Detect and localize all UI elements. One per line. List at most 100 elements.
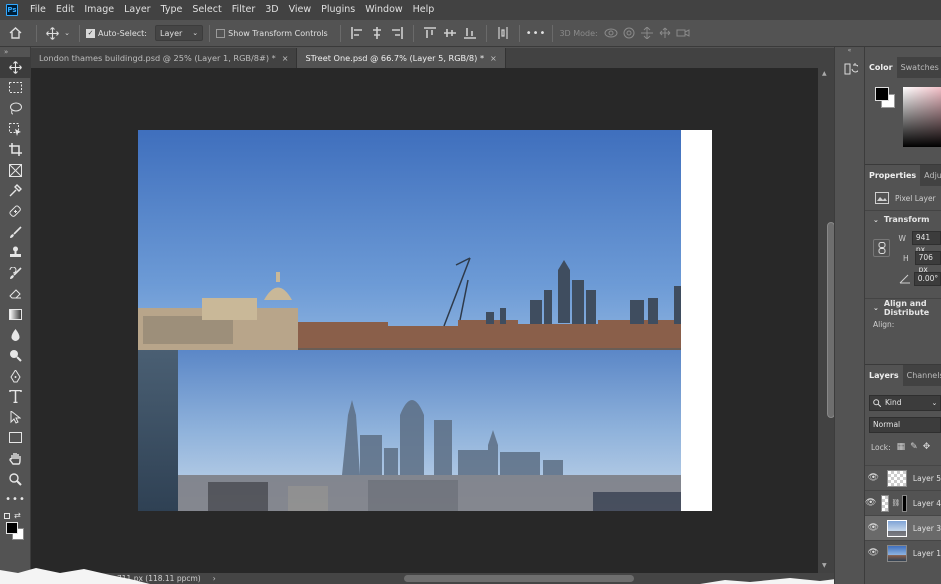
blend-mode-dropdown[interactable]: Normal	[869, 417, 941, 433]
align-left-edges-icon[interactable]	[349, 26, 365, 40]
orbit-3d-icon[interactable]	[603, 26, 619, 40]
layer-mask-thumbnail[interactable]	[902, 494, 907, 512]
color-picker-field[interactable]	[903, 87, 941, 147]
tab-color[interactable]: Color	[865, 57, 897, 78]
layer-row[interactable]: 👁 Layer 5	[865, 465, 941, 490]
scroll-up-icon[interactable]: ▲	[822, 70, 827, 77]
eraser-tool-icon[interactable]	[0, 284, 31, 305]
zoom-tool-icon[interactable]	[0, 469, 31, 490]
link-dimensions-icon[interactable]	[873, 239, 891, 257]
edit-toolbar-icon[interactable]: •••	[0, 489, 31, 510]
pen-tool-icon[interactable]	[0, 366, 31, 387]
layer-row[interactable]: 👁 Layer 1	[865, 540, 941, 565]
lock-transparent-pixels-icon[interactable]: ▦	[897, 442, 906, 452]
type-tool-icon[interactable]	[0, 387, 31, 408]
menu-select[interactable]: Select	[187, 0, 226, 20]
brush-tool-icon[interactable]	[0, 222, 31, 243]
layer-name[interactable]: Layer 5	[913, 474, 941, 483]
gradient-tool-icon[interactable]	[0, 304, 31, 325]
width-field[interactable]: 941 px	[911, 231, 941, 254]
menu-file[interactable]: File	[25, 0, 51, 20]
history-panel-icon[interactable]	[835, 57, 866, 81]
tool-preset-chevron-icon[interactable]: ⌄	[61, 29, 73, 37]
menu-filter[interactable]: Filter	[227, 0, 261, 20]
eye-icon[interactable]: 👁	[865, 498, 876, 508]
lock-image-pixels-icon[interactable]: ✎	[910, 442, 918, 452]
show-transform-checkbox[interactable]	[216, 28, 226, 38]
slide-3d-icon[interactable]	[657, 26, 673, 40]
align-bottom-edges-icon[interactable]	[462, 26, 478, 40]
menu-view[interactable]: View	[284, 0, 317, 20]
foreground-background-colors-icon[interactable]: ⇄	[0, 510, 31, 541]
document-tab-london[interactable]: London thames buildingd.psd @ 25% (Layer…	[31, 48, 298, 68]
frame-tool-icon[interactable]	[0, 160, 31, 181]
history-brush-tool-icon[interactable]	[0, 263, 31, 284]
align-top-edges-icon[interactable]	[422, 26, 438, 40]
lasso-tool-icon[interactable]	[0, 98, 31, 119]
tab-properties[interactable]: Properties	[865, 165, 921, 186]
distribute-icon[interactable]	[495, 26, 511, 40]
object-selection-tool-icon[interactable]	[0, 119, 31, 140]
hand-tool-icon[interactable]	[0, 448, 31, 469]
layer-filter-kind-dropdown[interactable]: Kind ⌄	[869, 395, 941, 411]
align-right-edges-icon[interactable]	[389, 26, 405, 40]
eye-icon[interactable]: 👁	[865, 473, 882, 483]
more-options-button[interactable]: •••	[526, 28, 547, 39]
camera-3d-icon[interactable]	[675, 26, 691, 40]
layer-row-selected[interactable]: 👁 Layer 3	[865, 515, 941, 540]
tab-layers[interactable]: Layers	[865, 365, 903, 386]
angle-field[interactable]: 0.00°	[913, 272, 941, 286]
move-tool-icon[interactable]	[0, 57, 31, 78]
align-vertical-centers-icon[interactable]	[442, 26, 458, 40]
layer-row[interactable]: 👁 ⛓ Layer 4	[865, 490, 941, 515]
foreground-color-swatch[interactable]	[875, 87, 889, 101]
height-field[interactable]: 706 px	[914, 251, 941, 274]
close-icon[interactable]: ×	[490, 54, 497, 63]
dock-collapse-icon[interactable]: «	[835, 47, 864, 57]
close-icon[interactable]: ×	[282, 54, 289, 63]
canvas-area[interactable]	[31, 68, 818, 573]
clone-stamp-tool-icon[interactable]	[0, 242, 31, 263]
crop-tool-icon[interactable]	[0, 139, 31, 160]
menu-window[interactable]: Window	[360, 0, 407, 20]
layer-name[interactable]: Layer 4	[913, 499, 941, 508]
tab-adjustments[interactable]: Adjustments	[920, 165, 941, 186]
move-tool-icon[interactable]	[43, 26, 61, 40]
menu-layer[interactable]: Layer	[119, 0, 156, 20]
align-horizontal-centers-icon[interactable]	[369, 26, 385, 40]
lock-position-icon[interactable]: ✥	[923, 442, 931, 452]
document-tab-street-one[interactable]: STreet One.psd @ 66.7% (Layer 5, RGB/8) …	[297, 48, 506, 68]
eyedropper-tool-icon[interactable]	[0, 181, 31, 202]
tab-channels[interactable]: Channels	[903, 365, 941, 386]
align-section-header[interactable]: ⌄ Align and Distribute	[865, 298, 941, 317]
document-canvas[interactable]	[138, 130, 712, 511]
tab-swatches[interactable]: Swatches	[897, 57, 941, 78]
roll-3d-icon[interactable]	[621, 26, 637, 40]
transform-section-header[interactable]: ⌄ Transform	[865, 210, 941, 228]
status-menu-chevron-icon[interactable]: ›	[213, 574, 216, 583]
blur-tool-icon[interactable]	[0, 325, 31, 346]
rectangle-tool-icon[interactable]	[0, 428, 31, 449]
menu-image[interactable]: Image	[79, 0, 119, 20]
horizontal-scroll-thumb[interactable]	[404, 575, 634, 582]
healing-brush-tool-icon[interactable]	[0, 201, 31, 222]
layer-name[interactable]: Layer 3	[913, 524, 941, 533]
layer-name[interactable]: Layer 1	[913, 549, 941, 558]
scroll-down-icon[interactable]: ▼	[822, 562, 827, 569]
pan-3d-icon[interactable]	[639, 26, 655, 40]
auto-select-checkbox[interactable]: ✓	[86, 28, 95, 38]
toolbar-collapse-icon[interactable]: »	[0, 47, 30, 57]
eye-icon[interactable]: 👁	[865, 523, 882, 533]
menu-3d[interactable]: 3D	[260, 0, 283, 20]
menu-plugins[interactable]: Plugins	[316, 0, 360, 20]
foreground-color-swatch[interactable]	[6, 522, 18, 535]
auto-select-target-dropdown[interactable]: Layer ⌄	[154, 25, 204, 41]
dodge-tool-icon[interactable]	[0, 345, 31, 366]
menu-edit[interactable]: Edit	[51, 0, 79, 20]
vertical-scrollbar[interactable]: ▲ ▼	[818, 68, 835, 573]
marquee-tool-icon[interactable]	[0, 78, 31, 99]
home-icon[interactable]	[0, 20, 30, 47]
default-colors-icon[interactable]	[4, 513, 10, 520]
menu-type[interactable]: Type	[156, 0, 188, 20]
swap-colors-icon[interactable]: ⇄	[14, 511, 21, 520]
